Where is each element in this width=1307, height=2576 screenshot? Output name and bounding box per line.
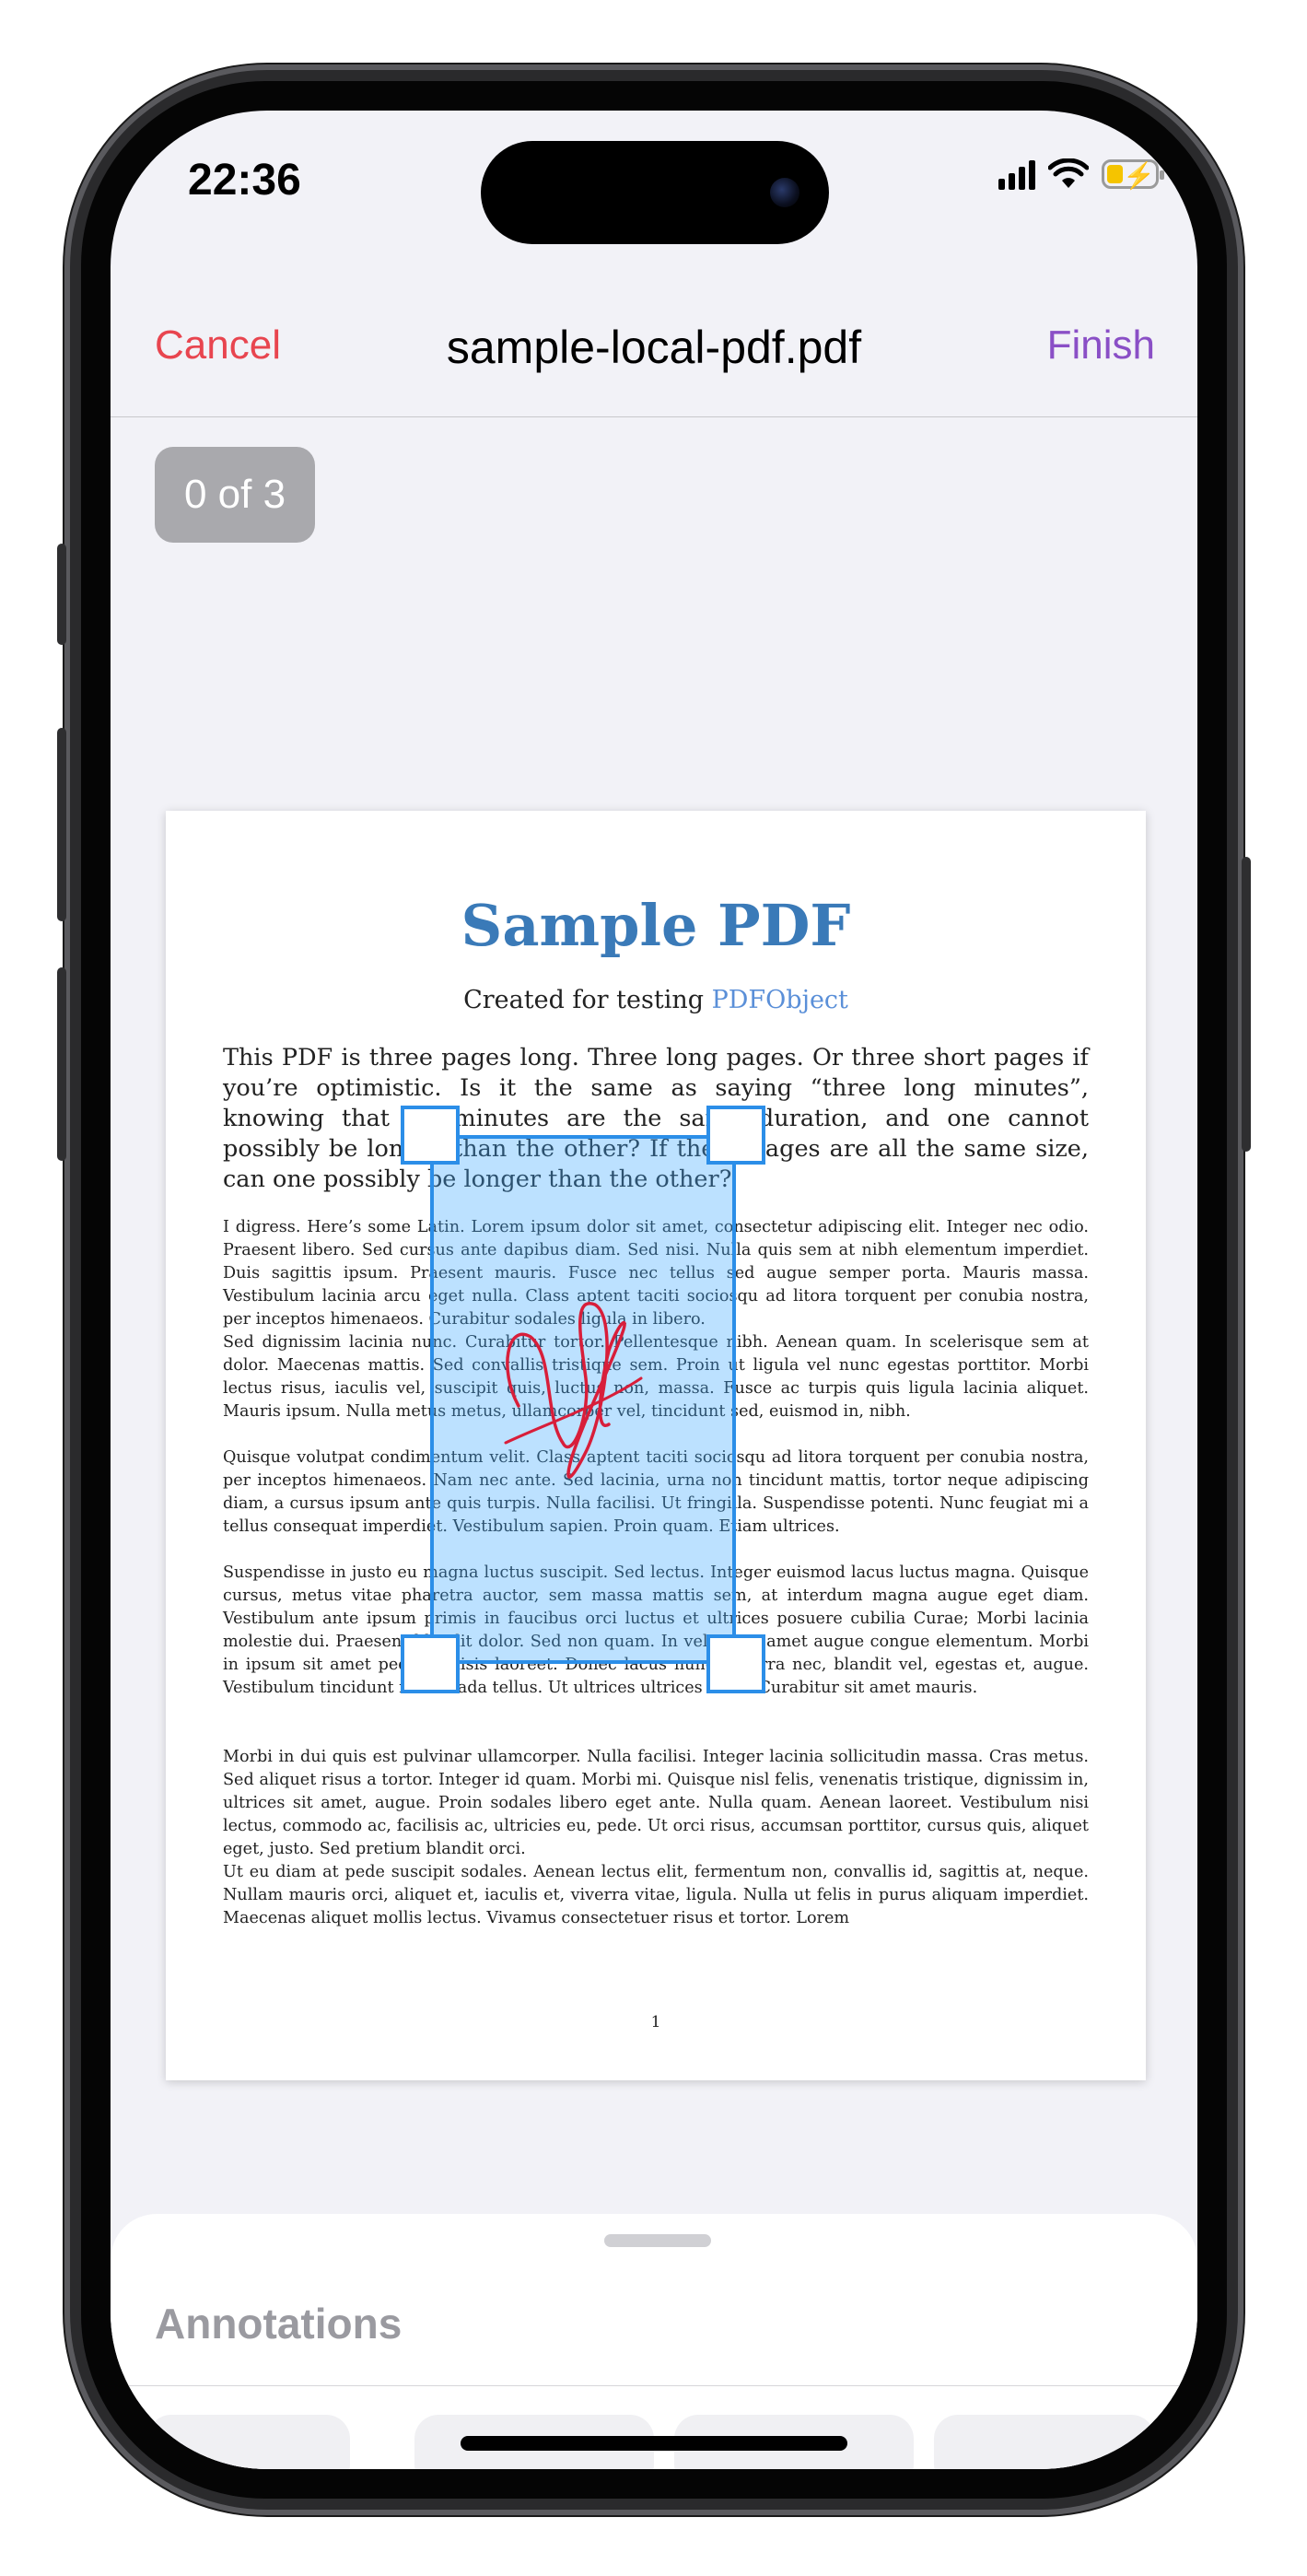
pdf-paragraph: Ut eu diam at pede suscipit sodales. Aen… <box>223 1863 1089 1927</box>
action-button <box>57 544 66 645</box>
pdf-page-number: 1 <box>650 2013 661 2032</box>
volume-up-button <box>57 728 66 921</box>
status-time: 22:36 <box>188 156 301 205</box>
pdfobject-link[interactable]: PDFObject <box>712 986 848 1014</box>
resize-handle-top-right[interactable] <box>706 1106 765 1165</box>
cellular-signal-icon <box>998 158 1035 190</box>
wifi-icon <box>1048 158 1089 188</box>
sheet-grabber[interactable] <box>604 2234 711 2247</box>
resize-handle-top-left[interactable] <box>401 1106 460 1165</box>
screen: 22:36 ⚡ Cancel sample-local-pdf.pdf Fini… <box>111 111 1197 2469</box>
home-indicator[interactable] <box>461 2436 847 2451</box>
annotations-sheet[interactable]: Annotations <box>111 2214 1197 2469</box>
resize-handle-bottom-right[interactable] <box>706 1634 765 1693</box>
document-title: sample-local-pdf.pdf <box>446 322 862 373</box>
pdf-title: Sample PDF <box>461 892 851 959</box>
pdf-subtitle-prefix: Created for testing <box>463 986 705 1014</box>
pdf-paragraph: Morbi in dui quis est pulvinar ullamcorp… <box>223 1748 1089 1858</box>
camera-icon <box>770 178 799 207</box>
sheet-divider <box>111 2385 1197 2386</box>
sheet-title: Annotations <box>155 2300 403 2348</box>
volume-down-button <box>57 967 66 1161</box>
resize-handle-bottom-left[interactable] <box>401 1634 460 1693</box>
battery-icon: ⚡ <box>1102 159 1164 190</box>
signature-annotation[interactable] <box>430 1135 736 1664</box>
annotation-item[interactable] <box>934 2415 1155 2469</box>
navigation-bar: Cancel sample-local-pdf.pdf Finish <box>111 295 1197 417</box>
status-icons: ⚡ <box>998 158 1164 190</box>
power-button <box>1242 857 1251 1152</box>
pdf-subtitle: Created for testing PDFObject <box>166 986 1146 1014</box>
annotation-item[interactable] <box>147 2415 350 2469</box>
finish-button[interactable]: Finish <box>1047 322 1155 369</box>
dynamic-island <box>481 141 829 244</box>
page-counter: 0 of 3 <box>155 447 315 543</box>
signature-ink <box>504 1301 643 1479</box>
